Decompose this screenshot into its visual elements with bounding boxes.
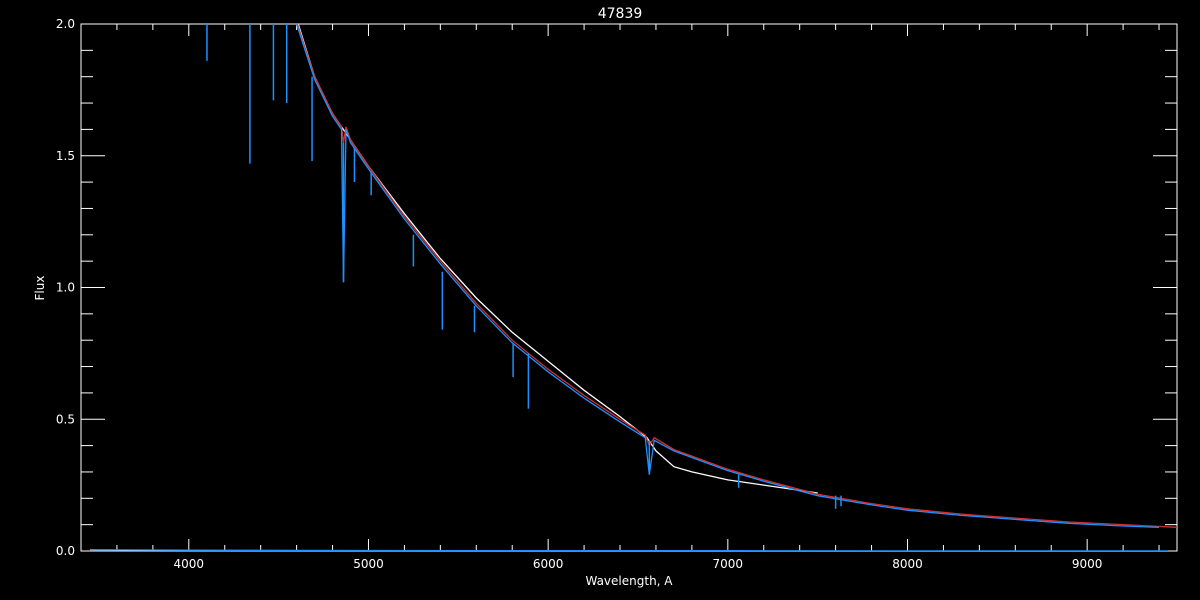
x-tick-label: 7000 [713, 557, 744, 571]
x-tick-label: 5000 [353, 557, 384, 571]
x-tick-label: 4000 [174, 557, 205, 571]
axis-ticks: 4000 5000 6000 7000 8000 9000 0.0 0.5 1.0 1.5 2.0 [56, 17, 1177, 571]
series-group [89, 24, 1177, 551]
chart-title: 47839 [598, 6, 643, 22]
y-tick-label: 0.0 [56, 544, 75, 558]
series-line-2 [295, 24, 1160, 528]
y-tick-label: 0.5 [56, 412, 75, 426]
x-tick-label: 8000 [892, 557, 923, 571]
x-tick-label: 6000 [533, 557, 564, 571]
series-line-0 [297, 24, 818, 494]
y-axis-label: Flux [33, 276, 47, 301]
series-line-3 [89, 549, 1168, 551]
plot-frame [80, 23, 1178, 552]
absorption-lines-group [206, 24, 842, 509]
spectrum-chart: 47839 4000 5000 6000 7000 8000 9000 0.0 0.5 1.0 1… [33, 6, 1178, 588]
x-axis-label: Wavelength, A [585, 574, 673, 588]
y-tick-label: 2.0 [56, 17, 75, 31]
y-tick-label: 1.0 [56, 281, 75, 295]
x-tick-label: 9000 [1072, 557, 1103, 571]
series-line-1 [296, 24, 1177, 528]
y-tick-label: 1.5 [56, 149, 75, 163]
